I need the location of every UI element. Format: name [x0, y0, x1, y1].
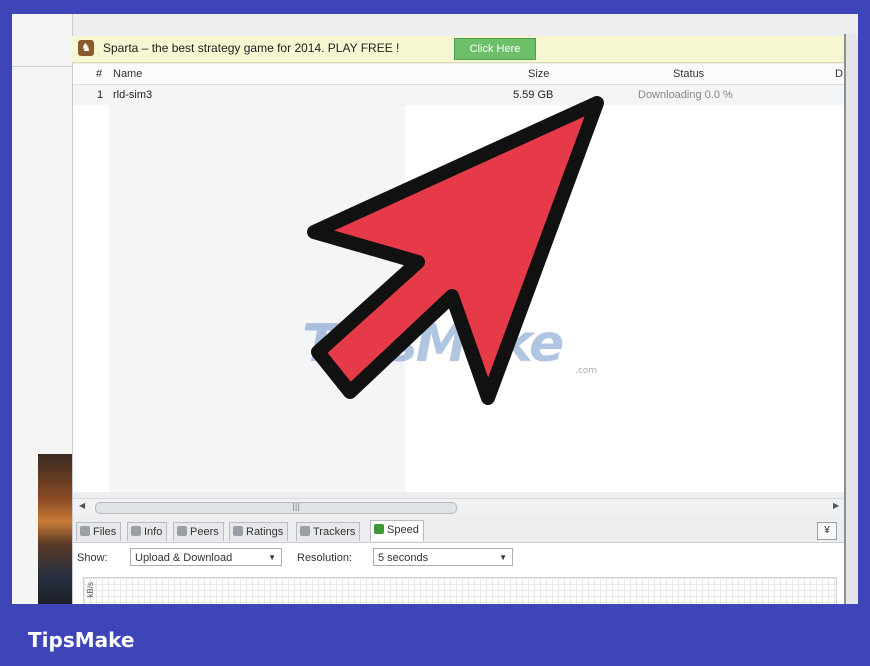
- brand-footer: TipsMake: [28, 628, 135, 652]
- red-pointer-arrow-icon: [307, 96, 604, 405]
